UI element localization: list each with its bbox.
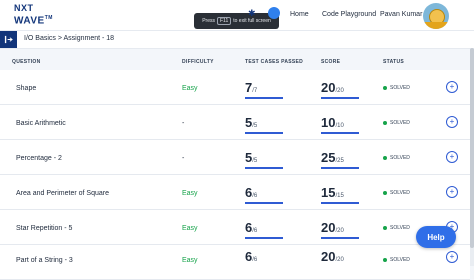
difficulty: Easy — [182, 257, 198, 264]
status-badge: SOLVED — [383, 155, 410, 161]
open-question-icon[interactable]: + — [446, 186, 458, 198]
test-cases-passed: 6/6 — [245, 219, 283, 239]
question-title: Basic Arithmetic — [16, 120, 66, 127]
nav-code-playground[interactable]: Code Playground — [322, 11, 376, 18]
col-status: STATUS — [383, 59, 405, 65]
difficulty: Easy — [182, 190, 198, 197]
col-test-cases: TEST CASES PASSED — [245, 59, 304, 65]
sidebar-toggle-button[interactable] — [0, 31, 17, 48]
fullscreen-toast: Press F11 to exit full screen — [194, 13, 279, 29]
col-score: SCORE — [321, 59, 341, 65]
logo-line2: WAVETM — [14, 15, 53, 27]
score: 20/20 — [321, 249, 344, 264]
test-cases-passed: 5/5 — [245, 149, 283, 169]
difficulty: Easy — [182, 85, 198, 92]
score: 20/20 — [321, 79, 359, 99]
status-badge: SOLVED — [383, 120, 410, 126]
open-question-icon[interactable]: + — [446, 116, 458, 128]
logo-line1: NXT — [14, 3, 34, 13]
question-title: Part of a String - 3 — [16, 257, 73, 264]
breadcrumb-bar: I/O Basics > Assignment - 18 — [0, 31, 474, 49]
test-cases-passed: 5/5 — [245, 114, 283, 134]
notification-icon[interactable] — [268, 7, 280, 19]
help-button[interactable]: Help — [416, 226, 456, 248]
table-row[interactable]: Percentage - 2 - 5/5 25/25 SOLVED + — [0, 140, 470, 175]
top-navbar: NXT WAVETM Press F11 to exit full screen… — [0, 0, 474, 31]
status-badge: SOLVED — [383, 190, 410, 196]
question-title: Percentage - 2 — [16, 155, 62, 162]
table-row[interactable]: Part of a String - 3 Easy 6/6 20/20 SOLV… — [0, 245, 470, 280]
question-title: Shape — [16, 85, 37, 92]
nxtwave-logo[interactable]: NXT WAVETM — [14, 3, 54, 26]
table-row[interactable]: Basic Arithmetic - 5/5 10/10 SOLVED + — [0, 105, 470, 140]
question-title: Area and Perimeter of Square — [16, 190, 109, 197]
table-header: QUESTION DIFFICULTY TEST CASES PASSED SC… — [0, 55, 474, 69]
breadcrumb[interactable]: I/O Basics > Assignment - 18 — [24, 35, 114, 42]
test-cases-passed: 7/7 — [245, 79, 283, 99]
nav-home[interactable]: Home — [290, 11, 309, 18]
col-difficulty: DIFFICULTY — [182, 59, 214, 65]
score: 15/15 — [321, 184, 359, 204]
status-badge: SOLVED — [383, 85, 410, 91]
open-question-icon[interactable]: + — [446, 151, 458, 163]
nav-profile-name[interactable]: Pavan Kumar — [380, 11, 422, 18]
table-row[interactable]: Star Repetition - 5 Easy 6/6 20/20 SOLVE… — [0, 210, 470, 245]
avatar[interactable] — [423, 3, 449, 29]
score: 10/10 — [321, 114, 359, 134]
score: 25/25 — [321, 149, 359, 169]
open-question-icon[interactable]: + — [446, 81, 458, 93]
status-badge: SOLVED — [383, 257, 410, 263]
difficulty: Easy — [182, 225, 198, 232]
test-cases-passed: 6/6 — [245, 184, 283, 204]
settings-icon[interactable]: ✱ — [248, 8, 258, 18]
score: 20/20 — [321, 219, 359, 239]
difficulty: - — [182, 120, 185, 127]
scrollbar[interactable] — [470, 48, 474, 266]
col-question: QUESTION — [12, 59, 41, 65]
status-badge: SOLVED — [383, 225, 410, 231]
test-cases-passed: 6/6 — [245, 249, 258, 264]
open-question-icon[interactable]: + — [446, 251, 458, 263]
menu-icon — [4, 35, 13, 44]
table-row[interactable]: Shape Easy 7/7 20/20 SOLVED + — [0, 70, 470, 105]
question-title: Star Repetition - 5 — [16, 225, 73, 232]
difficulty: - — [182, 155, 185, 162]
table-row[interactable]: Area and Perimeter of Square Easy 6/6 15… — [0, 175, 470, 210]
scrollbar-thumb[interactable] — [470, 48, 474, 248]
